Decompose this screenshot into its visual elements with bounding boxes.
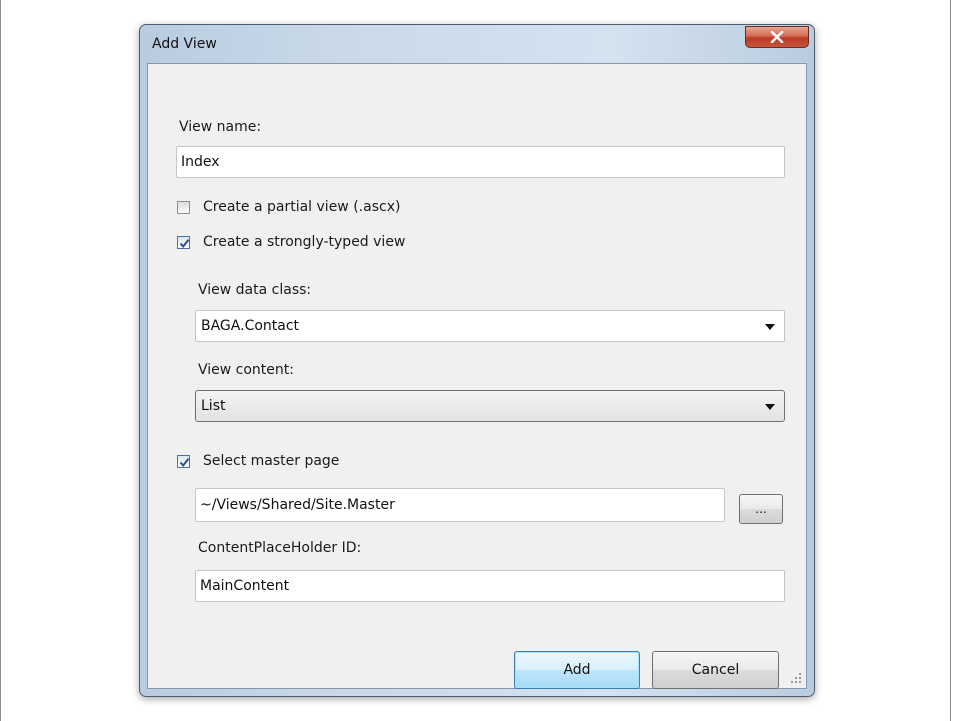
- title-bar[interactable]: Add View: [140, 25, 814, 63]
- checkmark-icon: [179, 238, 190, 248]
- dialog-client-area: View name: Create a partial view (.ascx)…: [147, 63, 807, 689]
- strongly-typed-checkbox[interactable]: [177, 235, 190, 249]
- cancel-button[interactable]: Cancel: [652, 651, 779, 689]
- view-data-class-label: View data class:: [198, 282, 312, 298]
- partial-view-label: Create a partial view (.ascx): [203, 199, 401, 215]
- master-page-option[interactable]: Select master page: [177, 453, 339, 469]
- view-content-select[interactable]: List: [195, 390, 785, 422]
- checkmark-icon: [179, 457, 190, 467]
- strongly-typed-label: Create a strongly-typed view: [203, 234, 406, 250]
- browse-button[interactable]: ...: [739, 494, 783, 524]
- master-page-label: Select master page: [203, 453, 340, 469]
- view-content-label: View content:: [198, 362, 294, 378]
- close-button[interactable]: [745, 26, 809, 48]
- chevron-down-icon[interactable]: [765, 404, 775, 410]
- strongly-typed-option[interactable]: Create a strongly-typed view: [177, 234, 405, 250]
- master-page-checkbox[interactable]: [177, 454, 190, 468]
- chevron-down-icon[interactable]: [765, 324, 775, 330]
- view-content-value: List: [201, 398, 226, 414]
- partial-view-option[interactable]: Create a partial view (.ascx): [177, 199, 400, 215]
- content-placeholder-input[interactable]: [195, 570, 785, 602]
- view-name-label: View name:: [179, 119, 262, 135]
- view-name-input[interactable]: [176, 146, 785, 178]
- add-view-dialog: Add View View name: Create a partial vie…: [139, 24, 815, 697]
- add-button[interactable]: Add: [514, 651, 640, 689]
- resize-grip-icon[interactable]: [790, 672, 802, 684]
- content-placeholder-label: ContentPlaceHolder ID:: [198, 540, 362, 556]
- window-title: Add View: [152, 36, 217, 52]
- view-data-class-combo[interactable]: BAGA.Contact: [195, 310, 785, 342]
- view-data-class-value: BAGA.Contact: [201, 318, 300, 334]
- partial-view-checkbox[interactable]: [177, 200, 190, 214]
- close-icon: [770, 31, 784, 43]
- master-page-path-input[interactable]: [195, 488, 725, 522]
